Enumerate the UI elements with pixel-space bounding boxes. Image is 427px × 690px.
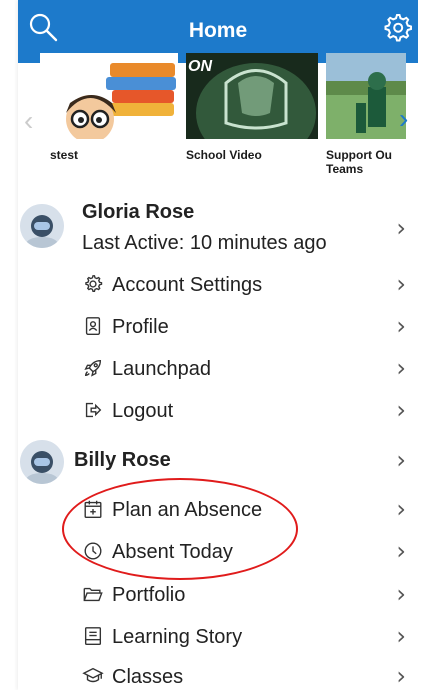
logout-icon (82, 399, 106, 423)
carousel-next-icon[interactable]: › (399, 103, 408, 135)
menu-label: Profile (112, 316, 169, 338)
carousel-label-3-line2: Teams (326, 162, 364, 176)
chevron-right-icon: › (396, 396, 406, 424)
avatar (20, 204, 64, 248)
carousel-label-3-line1: Support Ou (326, 148, 392, 162)
highlight-annotation (62, 478, 298, 580)
story-icon (82, 625, 106, 649)
last-active-status: Last Active: 10 minutes ago (82, 232, 327, 254)
carousel-card-stest[interactable] (40, 53, 178, 139)
user-name: Gloria Rose (82, 201, 195, 223)
svg-text:ON: ON (188, 58, 212, 75)
menu-item-portfolio[interactable]: Portfolio › (18, 580, 418, 612)
chevron-right-icon: › (396, 622, 406, 650)
menu-item-account-settings[interactable]: Account Settings › (18, 270, 418, 302)
rocket-icon (82, 357, 106, 381)
chevron-right-icon: › (396, 446, 406, 474)
menu-label: Account Settings (112, 274, 263, 296)
gear-icon (82, 273, 106, 297)
carousel-prev-icon[interactable]: ‹ (24, 105, 33, 137)
menu-label: Launchpad (112, 358, 211, 380)
carousel-label-3: Support Ou Teams (326, 148, 418, 176)
featured-carousel: ‹ ON › stest School Video Support Ou Tea… (18, 53, 418, 183)
menu-item-logout[interactable]: Logout › (18, 396, 418, 428)
carousel-card-school-video[interactable]: ON (186, 53, 318, 139)
menu-label: Portfolio (112, 584, 186, 606)
folder-icon (82, 583, 106, 607)
profile-icon (82, 315, 106, 339)
chevron-right-icon: › (396, 495, 406, 523)
menu-item-profile[interactable]: Profile › (18, 312, 418, 344)
chevron-right-icon: › (396, 312, 406, 340)
chevron-right-icon: › (396, 270, 406, 298)
chevron-right-icon: › (396, 354, 406, 382)
gear-icon[interactable] (380, 10, 414, 44)
menu-item-learning-story[interactable]: Learning Story › (18, 622, 418, 654)
page-title: Home (188, 19, 248, 42)
app-screen: Home ‹ ON › stest School Video Support O… (18, 0, 418, 690)
menu-label: Classes (112, 666, 184, 688)
menu-label: Logout (112, 400, 174, 422)
chevron-right-icon: › (396, 580, 406, 608)
avatar (20, 440, 64, 484)
carousel-label-1: stest (50, 148, 79, 162)
chevron-right-icon: › (396, 662, 406, 690)
user-name: Billy Rose (74, 449, 171, 471)
menu-item-launchpad[interactable]: Launchpad › (18, 354, 418, 386)
menu-label: Learning Story (112, 626, 243, 648)
graduation-cap-icon (82, 665, 106, 689)
chevron-right-icon: › (396, 214, 406, 242)
chevron-right-icon: › (396, 537, 406, 565)
user-row-gloria[interactable]: Gloria Rose Last Active: 10 minutes ago … (18, 197, 418, 259)
carousel-label-2: School Video (186, 148, 262, 162)
menu-item-classes[interactable]: Classes › (18, 662, 418, 690)
carousel-card-support-teams[interactable] (326, 53, 406, 139)
user-row-billy[interactable]: Billy Rose › (18, 440, 418, 484)
